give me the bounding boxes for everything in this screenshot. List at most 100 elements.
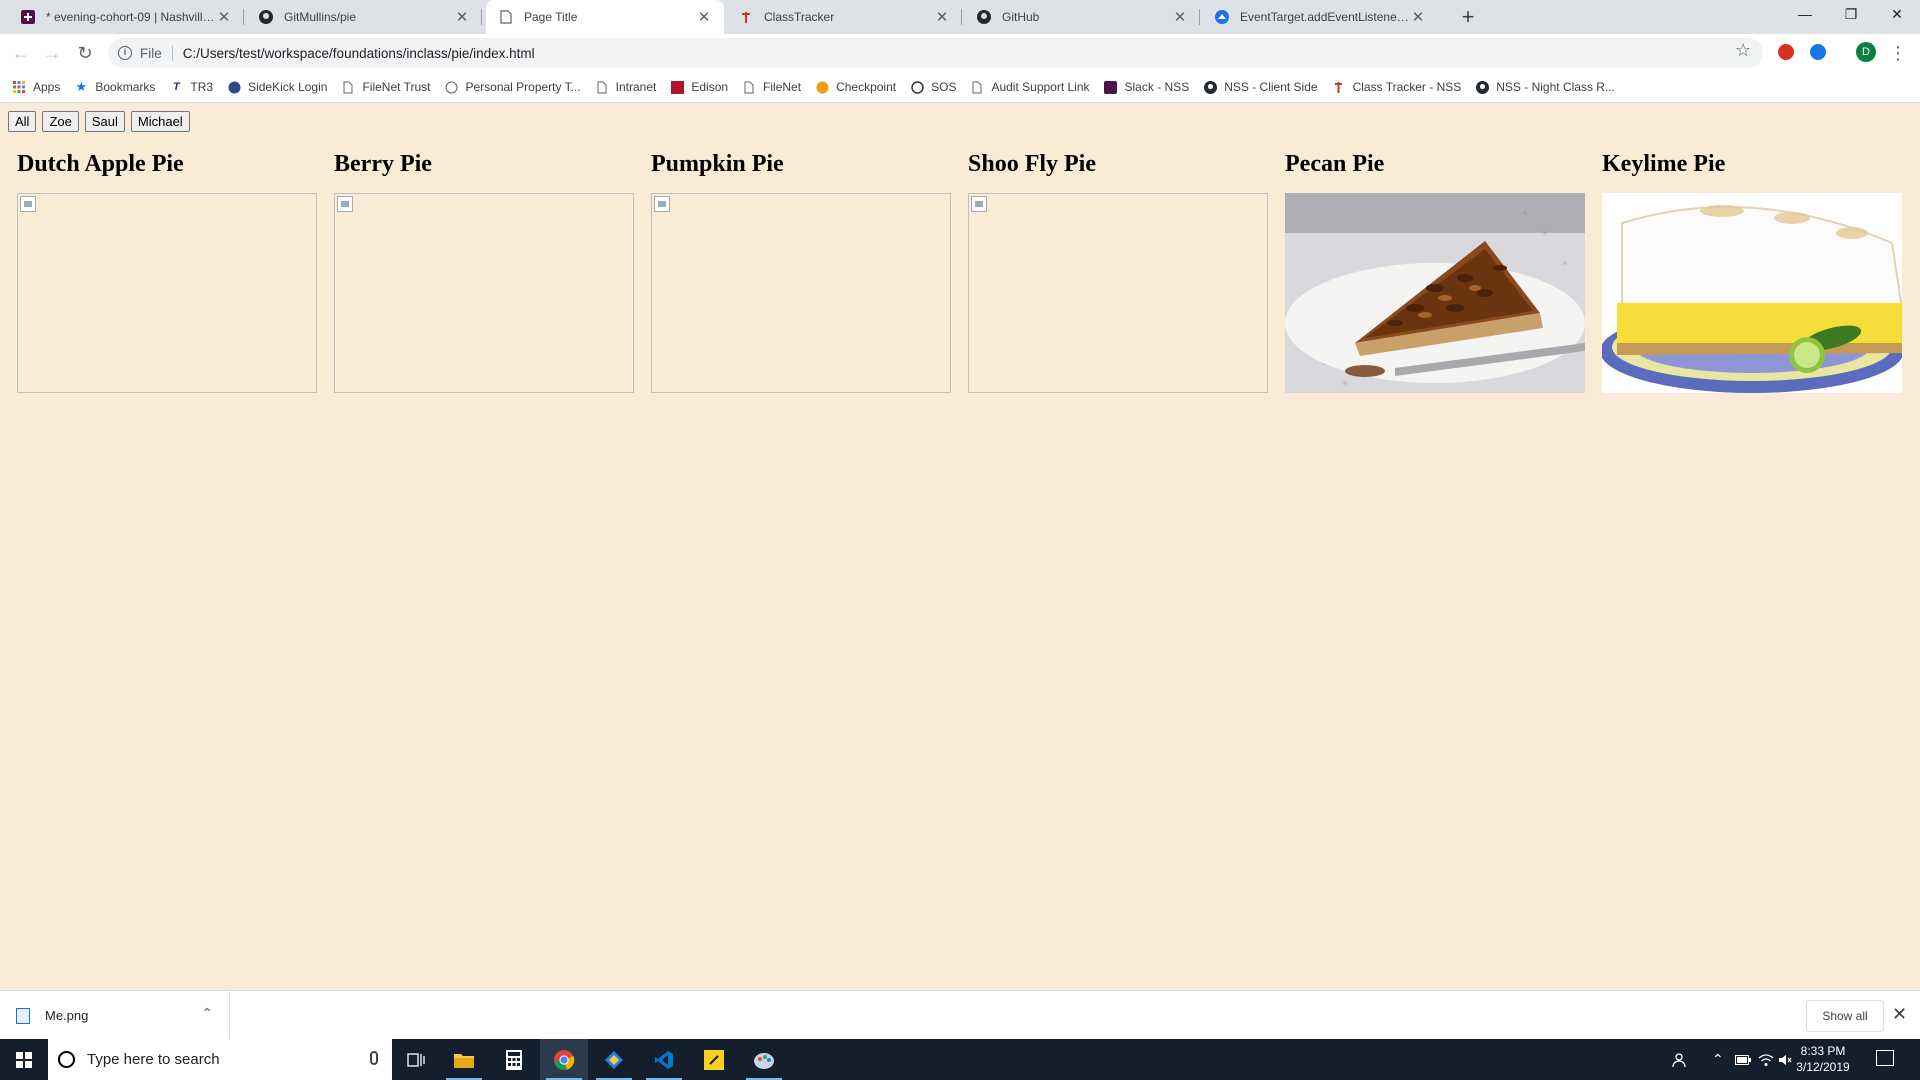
task-view-button[interactable] [392,1039,440,1080]
tab-classtracker[interactable]: ClassTracker ✕ [726,0,962,34]
filter-michael-button[interactable]: Michael [130,111,190,132]
page-icon [341,80,355,94]
bookmark-class-tracker-nss[interactable]: Class Tracker - NSS [1332,80,1462,94]
filter-saul-button[interactable]: Saul [84,111,125,132]
bookmark-label: Bookmarks [95,80,156,94]
github-icon [976,9,992,25]
pie-image-broken [651,193,951,393]
chevron-up-icon[interactable]: ⌃ [201,1005,213,1022]
system-clock[interactable]: 8:33 PM 3/12/2019 [1792,1043,1854,1075]
bookmark-label: Checkpoint [836,80,897,94]
menu-kebab-icon[interactable]: ⋮ [1886,41,1910,65]
tab-gitmullins-pie[interactable]: GitMullins/pie ✕ [246,0,482,34]
chrome-icon[interactable] [540,1039,588,1080]
close-icon[interactable]: ✕ [1410,8,1426,26]
close-icon[interactable]: ✕ [454,8,470,26]
extension-icon[interactable] [1810,44,1826,60]
bookmark-label: Intranet [615,80,657,94]
tab-page-title[interactable]: Page Title ✕ [486,0,724,34]
minimize-button[interactable]: — [1782,0,1828,30]
battery-icon[interactable] [1735,1039,1751,1080]
tab-strip: * evening-cohort-09 | Nashville S ✕ GitM… [0,0,1920,34]
back-button[interactable]: ← [9,41,33,65]
filter-zoe-button[interactable]: Zoe [42,111,79,132]
pie-title: Dutch Apple Pie [17,151,184,177]
pie-cards: Dutch Apple Pie Berry Pie Pumpkin Pie Sh… [17,149,1919,393]
action-center-icon[interactable] [1876,1050,1894,1066]
volume-muted-icon[interactable] [1778,1039,1792,1080]
reload-button[interactable]: ↻ [73,41,97,65]
bookmark-slack-nss[interactable]: Slack - NSS [1104,80,1189,94]
github-icon [258,9,274,25]
pie-image-broken [334,193,634,393]
show-all-button[interactable]: Show all [1806,1000,1884,1032]
bookmark-label: SideKick Login [248,80,328,94]
download-filename: Me.png [45,1008,89,1023]
slack-icon [20,9,36,25]
wifi-icon[interactable] [1758,1039,1774,1080]
close-icon[interactable]: ✕ [216,8,232,26]
address-url[interactable]: C:/Users/test/workspace/foundations/incl… [183,46,535,61]
classtracker-icon [738,9,754,25]
bookmark-sos[interactable]: SOS [910,80,956,94]
bookmark-filenet-trust[interactable]: FileNet Trust [341,80,430,94]
close-icon[interactable]: ✕ [1172,8,1188,26]
microphone-icon[interactable] [370,1051,378,1065]
download-item[interactable]: Me.png ⌃ [16,991,230,1040]
taskbar: Type here to search ⌃ 8:33 PM 3/12/2019 [0,1039,1920,1080]
bookmarks-bar: Apps ★ Bookmarks T TR3 SideKick Login File… [0,72,1920,103]
sourcetree-icon[interactable] [590,1039,638,1080]
star-icon: ★ [75,79,88,94]
bookmark-audit-support-link[interactable]: Audit Support Link [970,80,1090,94]
info-icon[interactable]: i [118,46,132,60]
slack-icon [1104,80,1118,94]
bookmark-star-icon[interactable]: ☆ [1735,40,1751,61]
download-shelf: Me.png ⌃ Show all ✕ [0,990,1920,1040]
bookmark-label: Class Tracker - NSS [1352,80,1462,94]
bookmark-filenet[interactable]: FileNet [742,80,801,94]
tab-slack[interactable]: * evening-cohort-09 | Nashville S ✕ [8,0,244,34]
close-icon[interactable]: ✕ [696,8,712,26]
page-icon [742,80,756,94]
bookmark-intranet[interactable]: Intranet [595,80,657,94]
bookmark-bookmarks[interactable]: ★ Bookmarks [74,79,156,94]
sticky-notes-icon[interactable] [690,1039,738,1080]
tab-github[interactable]: GitHub ✕ [964,0,1200,34]
filter-all-button[interactable]: All [8,111,37,132]
restore-button[interactable]: ❐ [1828,0,1874,30]
bookmark-apps[interactable]: Apps [12,80,60,94]
pie-card: Shoo Fly Pie [968,149,1268,393]
sos-icon [910,80,924,94]
chevron-up-icon[interactable]: ⌃ [1712,1039,1724,1080]
extension-icon[interactable] [1778,44,1794,60]
new-tab-button[interactable]: + [1454,3,1482,31]
close-icon[interactable]: ✕ [1892,1004,1907,1025]
bookmark-label: FileNet Trust [362,80,431,94]
taskbar-search-box[interactable]: Type here to search [48,1039,392,1080]
bookmark-tr3[interactable]: T TR3 [169,80,213,94]
apps-grid-icon [12,80,26,94]
paint-icon[interactable] [740,1039,788,1080]
tab-mdn-addeventlistener[interactable]: EventTarget.addEventListener() - ✕ [1202,0,1438,34]
calculator-icon[interactable] [490,1039,538,1080]
bookmark-nss-night-class[interactable]: NSS - Night Class R... [1475,80,1615,94]
address-bar[interactable]: i File C:/Users/test/workspace/foundatio… [108,38,1763,68]
vscode-icon[interactable] [640,1039,688,1080]
close-window-button[interactable]: ✕ [1874,0,1920,30]
bookmark-edison[interactable]: Edison [670,80,728,94]
profile-avatar[interactable]: D [1856,42,1876,62]
people-icon[interactable] [1672,1039,1690,1080]
close-icon[interactable]: ✕ [934,8,950,26]
bookmark-personal-property[interactable]: Personal Property T... [444,80,581,94]
forward-button[interactable]: → [40,41,64,65]
file-explorer-icon[interactable] [440,1039,488,1080]
bookmark-nss-client-side[interactable]: NSS - Client Side [1203,80,1318,94]
page-content: All Zoe Saul Michael Dutch Apple Pie Ber… [0,103,1920,990]
start-button[interactable] [0,1039,48,1080]
bookmark-sidekick-login[interactable]: SideKick Login [227,80,327,94]
bookmark-checkpoint[interactable]: Checkpoint [815,80,896,94]
bookmark-label: Audit Support Link [991,80,1090,94]
tab-title: * evening-cohort-09 | Nashville S [46,10,216,24]
github-icon [1475,80,1489,94]
pie-image-broken [968,193,1268,393]
